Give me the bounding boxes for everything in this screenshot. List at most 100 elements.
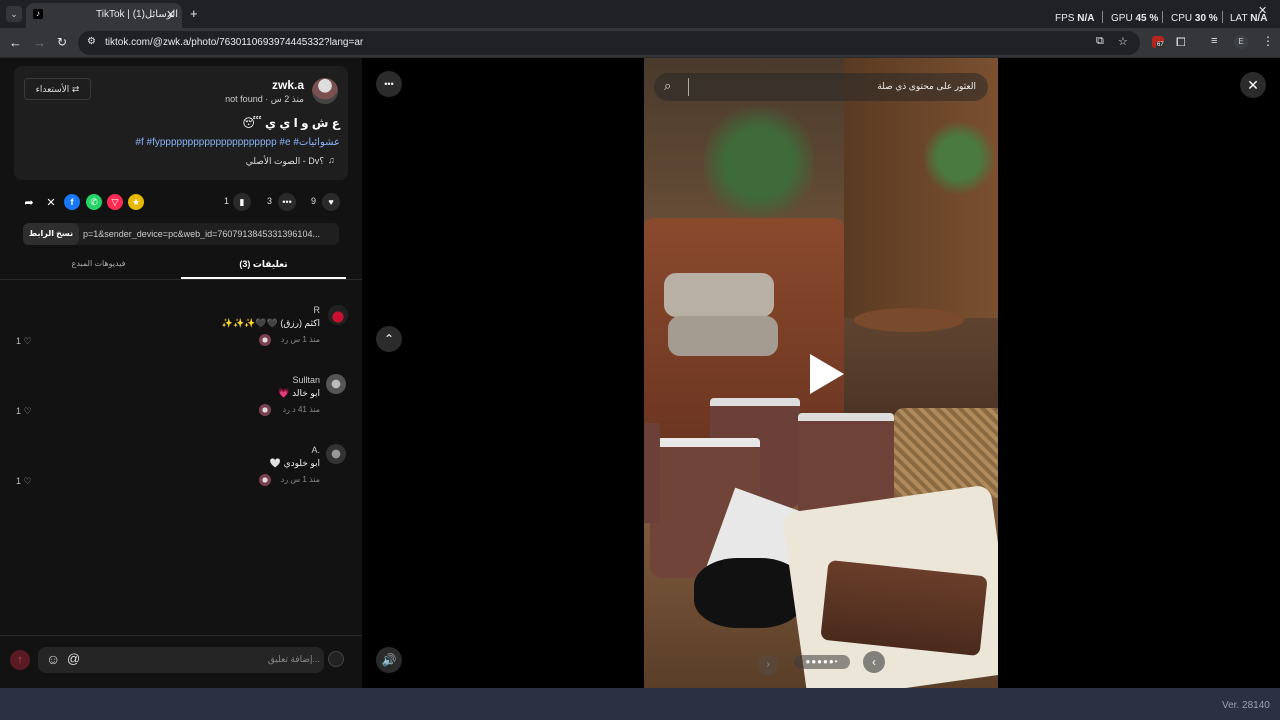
- comment-meta[interactable]: منذ 1 س رد: [240, 475, 320, 484]
- creator-liked-avatar: [259, 404, 271, 416]
- new-tab-button[interactable]: +: [190, 6, 198, 21]
- tab-comments[interactable]: تعليقات (3): [181, 259, 346, 270]
- version-label: Ver. 28140: [1222, 700, 1270, 711]
- reload-icon[interactable]: ↻: [57, 35, 67, 49]
- more-options-button[interactable]: •••: [376, 71, 402, 97]
- status-bar: Ver. 28140: [0, 688, 1280, 720]
- comment-text: ابو خالد 💗: [278, 388, 320, 398]
- like-heart-icon[interactable]: ♥: [322, 193, 340, 211]
- volume-button[interactable]: 🔊: [376, 647, 402, 673]
- share-link-text[interactable]: p=1&sender_device=pc&web_id=760791384533…: [83, 229, 333, 239]
- tab-creator-videos[interactable]: فيديوهات المبدع: [16, 259, 181, 268]
- media-controls-icon[interactable]: ≡: [1211, 35, 1217, 47]
- post-info-card: zwk.a not found · منذ 2 س الأستعداء ⇄ ع …: [14, 66, 348, 180]
- tiktok-favicon-icon: ♪: [33, 9, 43, 19]
- telegram-share-icon[interactable]: ▽: [107, 194, 123, 210]
- previous-post-button[interactable]: ⌃: [376, 326, 402, 352]
- comment-likes[interactable]: 1 ♡: [16, 476, 32, 487]
- browser-menu-icon[interactable]: ⋮: [1262, 34, 1274, 48]
- perf-gpu: GPU 45 %: [1111, 13, 1159, 24]
- coffee-cup: [644, 423, 660, 523]
- post-caption: ع ش و ا ي ي 😴: [242, 116, 340, 130]
- comment-avatar[interactable]: [326, 374, 346, 394]
- carousel-next-disabled-icon: ›: [758, 655, 778, 675]
- carousel-dots[interactable]: ●●●●●•: [794, 655, 850, 669]
- post-sound[interactable]: الصوت الأصلي - Dv؟: [194, 156, 324, 167]
- bookmark-star-icon[interactable]: ☆: [1118, 35, 1128, 48]
- search-icon[interactable]: ⌕: [664, 78, 671, 94]
- emoji-icon[interactable]: ☺: [46, 651, 60, 667]
- extension-icon[interactable]: 67: [1152, 36, 1165, 48]
- facebook-share-icon[interactable]: f: [64, 194, 80, 210]
- comment-avatar[interactable]: [328, 305, 348, 325]
- post-comment-button[interactable]: ↑: [10, 650, 30, 670]
- comment-text: ابو خلودي 🤍: [269, 458, 320, 468]
- comment-author[interactable]: Sulltan: [250, 375, 320, 385]
- close-tab-icon[interactable]: ✕: [166, 8, 175, 21]
- comment-bar-divider: [0, 635, 362, 636]
- my-avatar: [328, 651, 344, 667]
- comment-author[interactable]: R: [250, 305, 321, 315]
- profile-avatar[interactable]: E: [1234, 35, 1248, 49]
- author-username[interactable]: zwk.a: [254, 78, 304, 92]
- x-share-icon[interactable]: ✕: [43, 194, 59, 210]
- browser-tab-bar: ⌄ ♪ TikTok | الرسائل(1) ✕ + FPS N/A GPU …: [0, 0, 1280, 28]
- author-subtitle: not found · منذ 2 س: [225, 94, 304, 104]
- tab-list-button[interactable]: ⌄: [6, 6, 22, 22]
- extensions-puzzle-icon[interactable]: ⧠: [1176, 35, 1186, 50]
- like-count: 9: [311, 196, 317, 206]
- browser-tab[interactable]: ♪ TikTok | الرسائل(1) ✕: [26, 3, 182, 28]
- comment-text: اكثم (رزق) 🖤🖤✨✨✨: [221, 318, 320, 328]
- back-arrow-icon[interactable]: ←: [9, 35, 22, 50]
- comment-meta[interactable]: منذ 1 س رد: [240, 335, 320, 344]
- comment-count: 3: [267, 196, 273, 206]
- comment-likes[interactable]: 1 ♡: [16, 406, 32, 417]
- comment-avatar[interactable]: [326, 444, 346, 464]
- wicker-basket: [894, 408, 998, 498]
- cushion: [668, 316, 778, 356]
- comment-likes[interactable]: 1 ♡: [16, 336, 32, 347]
- play-icon[interactable]: [810, 354, 844, 394]
- perf-cpu: CPU 30 %: [1171, 13, 1218, 24]
- creator-liked-avatar: [259, 334, 271, 346]
- install-app-icon[interactable]: ⧉: [1096, 35, 1104, 48]
- perf-fps: FPS N/A: [1055, 13, 1095, 24]
- tabs-divider: [0, 279, 362, 280]
- post-photo[interactable]: ⌕ العثور على محتوى ذي صلة › ●●●●●• ‹: [644, 58, 998, 688]
- share-more-icon[interactable]: ★: [128, 194, 144, 210]
- save-count: 1: [224, 196, 230, 206]
- chocolate-cake: [820, 559, 988, 657]
- post-hashtags[interactable]: #f #fyppppppppppppppppppppp #e #عشوائيات: [84, 137, 340, 148]
- url-bar[interactable]: ⚙ tiktok.com/@zwk.a/photo/76301106939744…: [78, 31, 1140, 55]
- forward-arrow-icon[interactable]: →: [33, 35, 46, 50]
- related-search-text[interactable]: العثور على محتوى ذي صلة: [794, 81, 976, 92]
- swap-arrows-icon: ⇄: [71, 84, 80, 94]
- share-arrow-icon[interactable]: ➦: [21, 194, 37, 210]
- photo-viewer: ••• ⌃ 🔊 ✕ ⌕ العثور على محتوى ذي صلة › ●●…: [362, 58, 1280, 688]
- comment-input-placeholder[interactable]: إضافة تعليق...: [180, 654, 320, 665]
- close-viewer-button[interactable]: ✕: [1240, 72, 1266, 98]
- extension-badge: 67: [1156, 42, 1165, 48]
- details-panel: zwk.a not found · منذ 2 س الأستعداء ⇄ ع …: [0, 58, 362, 688]
- author-avatar[interactable]: [312, 78, 338, 104]
- comment-meta[interactable]: منذ 41 د رد: [240, 405, 320, 414]
- cushion: [664, 273, 774, 317]
- window-close-icon[interactable]: ✕: [1258, 4, 1267, 17]
- mention-icon[interactable]: @: [67, 651, 80, 666]
- bookmark-icon[interactable]: ▮: [233, 193, 251, 211]
- url-text[interactable]: tiktok.com/@zwk.a/photo/7630110693974445…: [105, 37, 363, 48]
- music-note-icon: ♫: [328, 155, 335, 165]
- comment-bubble-icon[interactable]: •••: [278, 193, 296, 211]
- plant: [704, 98, 814, 228]
- comment-author[interactable]: A.: [250, 445, 320, 455]
- address-bar-row: ← → ↻ ⚙ tiktok.com/@zwk.a/photo/76301106…: [0, 28, 1280, 58]
- repost-button[interactable]: الأستعداء ⇄: [24, 78, 91, 100]
- whatsapp-share-icon[interactable]: ✆: [86, 194, 102, 210]
- plastic-spoons: [694, 558, 804, 628]
- plant: [924, 118, 994, 198]
- copy-link-button[interactable]: نسخ الرابط: [23, 223, 79, 245]
- side-table: [854, 308, 964, 332]
- site-info-icon[interactable]: ⚙: [87, 36, 96, 47]
- carousel-prev-icon[interactable]: ‹: [863, 651, 885, 673]
- creator-liked-avatar: [259, 474, 271, 486]
